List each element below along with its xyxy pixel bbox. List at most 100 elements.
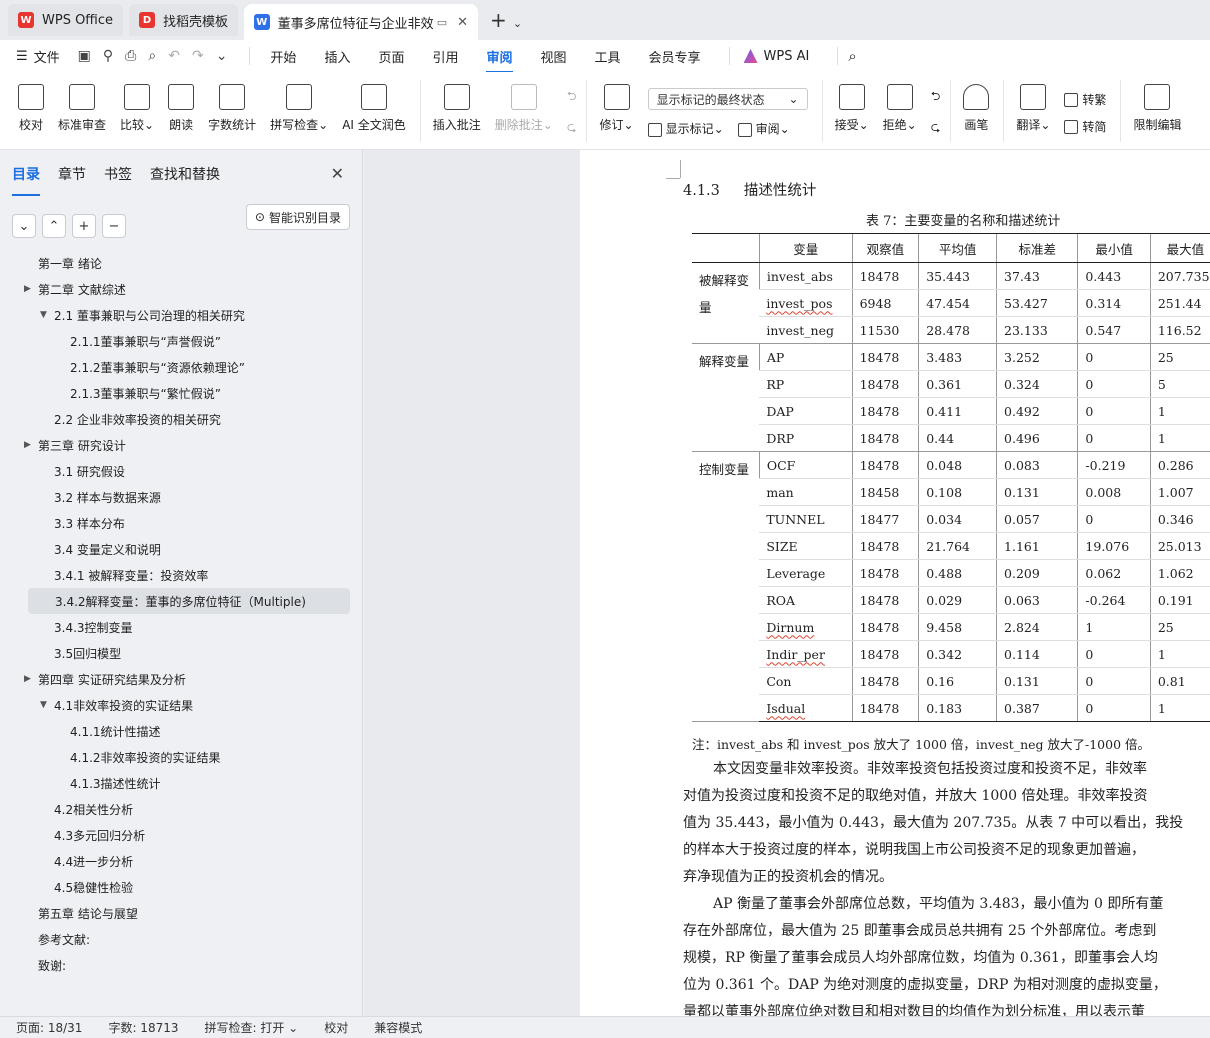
tab-document[interactable]: W 董事多席位特征与企业非效率 ▭ ✕ [244, 4, 479, 40]
next-comment-icon[interactable]: ⮎ [567, 118, 577, 139]
pen-button[interactable]: 画笔 [963, 72, 990, 149]
proof-button[interactable]: 校对 [18, 72, 44, 149]
close-icon[interactable]: ✕ [331, 164, 344, 183]
menu-home[interactable]: 开始 [270, 47, 296, 66]
toc-item[interactable]: ▶ 第三章 研究设计 [0, 432, 362, 458]
save-icon[interactable]: ▣ [78, 48, 91, 64]
chevron-down-icon[interactable]: ⌄ [513, 17, 522, 30]
toc-item[interactable]: 3.3 样本分布 [0, 510, 362, 536]
spell-check-button[interactable]: 拼写检查⌄ [270, 72, 328, 149]
toc-item[interactable]: 2.1.2董事兼职与“资源依赖理论” [0, 354, 362, 380]
next-change-icon[interactable]: ⮎ [931, 118, 941, 139]
print-icon[interactable]: ⎙ [125, 48, 136, 64]
standard-review-button[interactable]: 标准审查 [58, 72, 106, 149]
toc-item[interactable]: 3.4.2解释变量：董事的多席位特征（Multiple) [28, 588, 350, 614]
page-indicator[interactable]: 页面: 18/31 [16, 1019, 82, 1036]
menu-tools[interactable]: 工具 [595, 47, 621, 66]
revise-button[interactable]: 修订⌄ [599, 72, 634, 149]
toc-item[interactable]: 3.5回归模型 [0, 640, 362, 666]
caret-right-icon[interactable]: ▶ [24, 284, 31, 294]
toc-item[interactable]: 4.1.2非效率投资的实证结果 [0, 744, 362, 770]
search-icon[interactable]: ⌕ [848, 47, 856, 65]
toc-item[interactable]: 3.2 样本与数据来源 [0, 484, 362, 510]
word-count-button[interactable]: 字数统计 [208, 72, 256, 149]
caret-down-icon[interactable]: ▼ [40, 310, 47, 320]
redo-icon[interactable]: ↷ [192, 48, 204, 64]
caret-right-icon[interactable]: ▶ [24, 440, 31, 450]
review-pane-button[interactable]: 审阅⌄ [737, 120, 790, 137]
toc-item[interactable]: 3.4.3控制变量 [0, 614, 362, 640]
toc-item[interactable]: 4.3多元回归分析 [0, 822, 362, 848]
compare-button[interactable]: 比较⌄ [120, 72, 154, 149]
wps-ai-button[interactable]: WPS AI [743, 49, 809, 64]
link-icon[interactable]: ⚲ [103, 48, 113, 64]
expand-icon[interactable]: ⌃ [42, 214, 66, 238]
toc-item[interactable]: ▼ 2.1 董事兼职与公司治理的相关研究 [0, 302, 362, 328]
comment-delete-icon [510, 84, 537, 110]
monitor-icon[interactable]: ▭ [437, 16, 447, 29]
menu-page[interactable]: 页面 [378, 47, 404, 66]
previous-change-icon[interactable]: ⮌ [931, 87, 941, 108]
read-aloud-button[interactable]: 朗读 [168, 72, 195, 149]
nav-tab-sections[interactable]: 章节 [58, 164, 86, 190]
delete-comment-button[interactable]: 删除批注⌄ [495, 72, 553, 149]
show-markup-button[interactable]: 显示标记⌄ [647, 120, 724, 137]
print-preview-icon[interactable]: ⌕ [148, 48, 156, 64]
tab-template[interactable]: D 找稻壳模板 [129, 4, 239, 36]
new-tab-icon[interactable]: + [490, 8, 507, 32]
reject-button[interactable]: 拒绝⌄ [883, 72, 917, 149]
toc-item[interactable]: 4.4进一步分析 [0, 848, 362, 874]
toc-item[interactable]: 3.1 研究假设 [0, 458, 362, 484]
ai-polish-button[interactable]: AI 全文润色 [342, 72, 406, 149]
toc-item[interactable]: ▶ 第四章 实证研究结果及分析 [0, 666, 362, 692]
accept-button[interactable]: 接受⌄ [835, 72, 869, 149]
markup-mode-select[interactable]: 显示标记的最终状态 ⌄ [647, 88, 808, 110]
translate-button[interactable]: 翻译⌄ [1016, 72, 1050, 149]
menu-review[interactable]: 审阅 [486, 47, 513, 73]
smart-toc-button[interactable]: ⊙ 智能识别目录 [245, 204, 350, 230]
collapse-icon[interactable]: ⌄ [12, 214, 36, 238]
toc-item[interactable]: 4.5稳健性检验 [0, 874, 362, 900]
toc-item[interactable]: 致谢: [0, 952, 362, 978]
nav-tab-bookmarks[interactable]: 书签 [104, 164, 132, 190]
nav-tab-toc[interactable]: 目录 [12, 164, 40, 196]
toc-item[interactable]: 2.1.1董事兼职与“声誉假说” [0, 328, 362, 354]
menu-insert[interactable]: 插入 [324, 47, 350, 66]
toc-item[interactable]: 第一章 绪论 [0, 250, 362, 276]
toc-item[interactable]: 第五章 结论与展望 [0, 900, 362, 926]
toc-item[interactable]: 4.1.3描述性统计 [0, 770, 362, 796]
menu-view[interactable]: 视图 [541, 47, 567, 66]
toc-item[interactable]: 2.1.3董事兼职与“繁忙假说” [0, 380, 362, 406]
toc-item[interactable]: 3.4.1 被解释变量：投资效率 [0, 562, 362, 588]
undo-icon[interactable]: ↶ [168, 48, 180, 64]
document-page[interactable]: 4.1.3 描述性统计 表 7：主要变量的名称和描述统计 变量 观察值 平均值 标… [580, 150, 1210, 1016]
spell-check-status[interactable]: 拼写检查: 打开 ⌄ [205, 1019, 299, 1036]
word-count-status[interactable]: 字数: 18713 [108, 1019, 178, 1036]
toc-item[interactable]: 3.4 变量定义和说明 [0, 536, 362, 562]
toc-item[interactable]: 参考文献: [0, 926, 362, 952]
toc-item[interactable]: 2.2 企业非效率投资的相关研究 [0, 406, 362, 432]
restrict-edit-button[interactable]: 限制编辑 [1133, 72, 1181, 149]
toc-item[interactable]: ▼ 4.1非效率投资的实证结果 [0, 692, 362, 718]
to-simplified-button[interactable]: 转简 [1064, 118, 1106, 135]
menu-file[interactable]: 文件 [34, 47, 60, 66]
insert-comment-button[interactable]: 插入批注 [433, 72, 481, 149]
remove-icon[interactable]: − [102, 214, 126, 238]
hamburger-icon[interactable]: ☰ [16, 49, 28, 64]
add-icon[interactable]: + [72, 214, 96, 238]
nav-tab-find-replace[interactable]: 查找和替换 [150, 164, 220, 190]
caret-right-icon[interactable]: ▶ [24, 674, 31, 684]
more-icon[interactable]: ⌄ [216, 48, 228, 64]
proof-status[interactable]: 校对 [324, 1019, 348, 1036]
toc-item[interactable]: 4.2相关性分析 [0, 796, 362, 822]
close-icon[interactable]: ✕ [457, 15, 468, 30]
menu-reference[interactable]: 引用 [432, 47, 458, 66]
toc-item[interactable]: ▶ 第二章 文献综述 [0, 276, 362, 302]
tab-wps-office[interactable]: W WPS Office [8, 4, 124, 36]
caret-down-icon[interactable]: ▼ [40, 700, 47, 710]
table-row: DAP 18478 0.411 0.492 0 1 [692, 397, 1210, 425]
toc-item[interactable]: 4.1.1统计性描述 [0, 718, 362, 744]
menu-member[interactable]: 会员专享 [649, 47, 701, 66]
previous-comment-icon[interactable]: ⮌ [567, 87, 577, 108]
to-traditional-button[interactable]: 转繁 [1064, 91, 1106, 108]
